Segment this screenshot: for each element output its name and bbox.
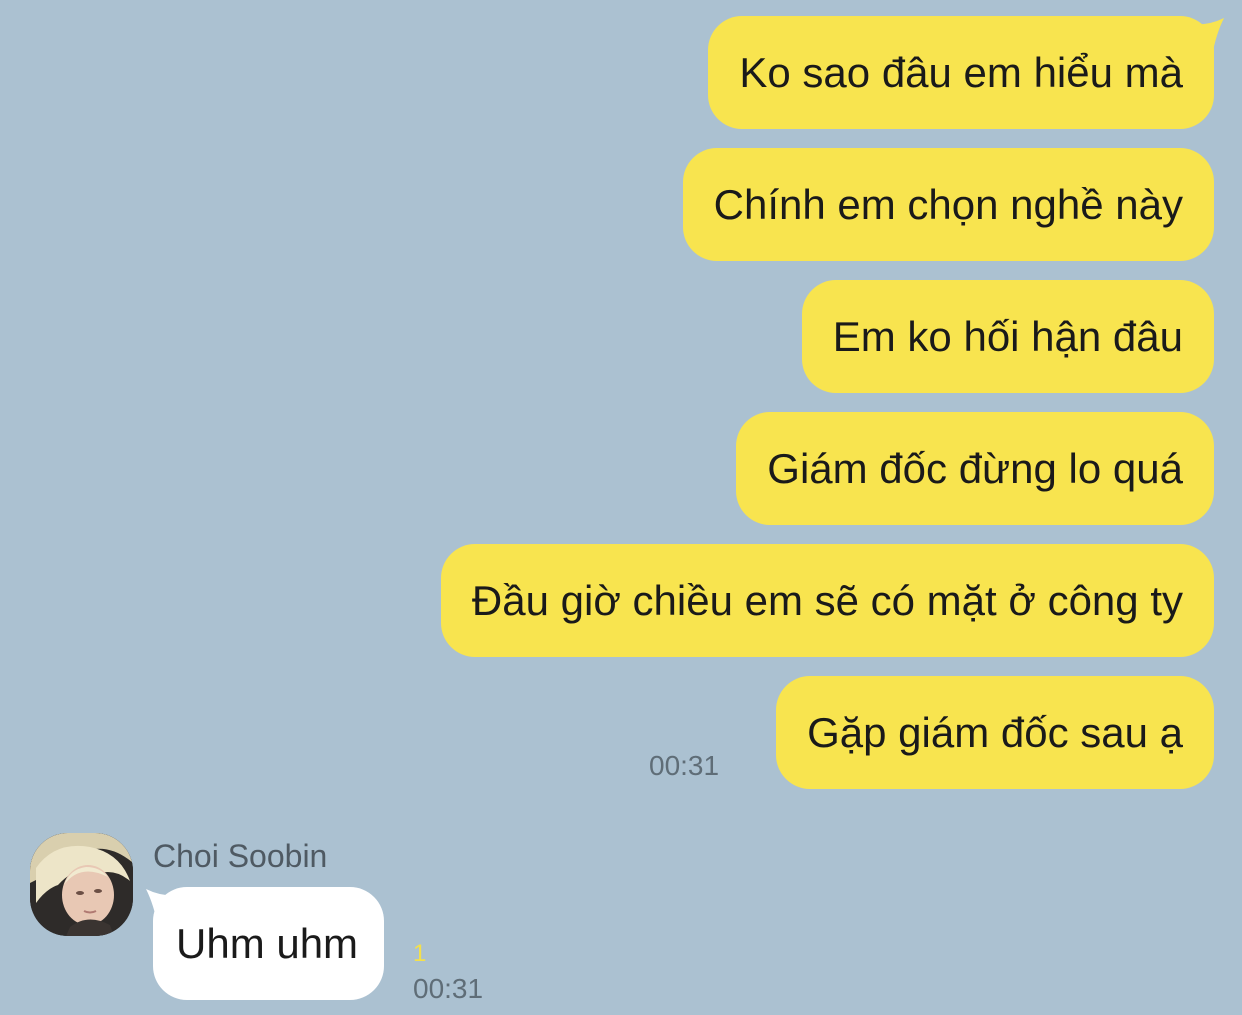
message-text: Ko sao đâu em hiểu mà [739, 49, 1183, 96]
outgoing-message[interactable]: Chính em chọn nghề này [682, 148, 1214, 261]
outgoing-message[interactable]: Giám đốc đừng lo quá [736, 412, 1214, 525]
message-text: Gặp giám đốc sau ạ [807, 709, 1183, 756]
avatar[interactable] [30, 833, 133, 936]
outgoing-message[interactable]: Em ko hối hận đâu [801, 280, 1214, 393]
message-text: Đầu giờ chiều em sẽ có mặt ở công ty [471, 577, 1183, 624]
sender-name: Choi Soobin [153, 838, 328, 874]
message-text: Em ko hối hận đâu [832, 313, 1183, 360]
chat-screen: { "messages_out": [ {"text": "Ko sao đâu… [0, 0, 1242, 1015]
incoming-timestamp: 00:31 [413, 973, 484, 1004]
message-text: Uhm uhm [176, 920, 359, 967]
message-text: Giám đốc đừng lo quá [767, 445, 1183, 492]
unread-count-badge: 1 [413, 940, 427, 967]
outgoing-message[interactable]: Ko sao đâu em hiểu mà [708, 16, 1214, 129]
outgoing-message[interactable]: Gặp giám đốc sau ạ [776, 676, 1214, 789]
avatar-photo-icon [30, 833, 133, 936]
message-text: Chính em chọn nghề này [713, 181, 1183, 228]
incoming-message[interactable]: Uhm uhm [153, 887, 385, 1000]
outgoing-message[interactable]: Đầu giờ chiều em sẽ có mặt ở công ty [440, 544, 1214, 657]
outgoing-timestamp: 00:31 [649, 750, 720, 781]
